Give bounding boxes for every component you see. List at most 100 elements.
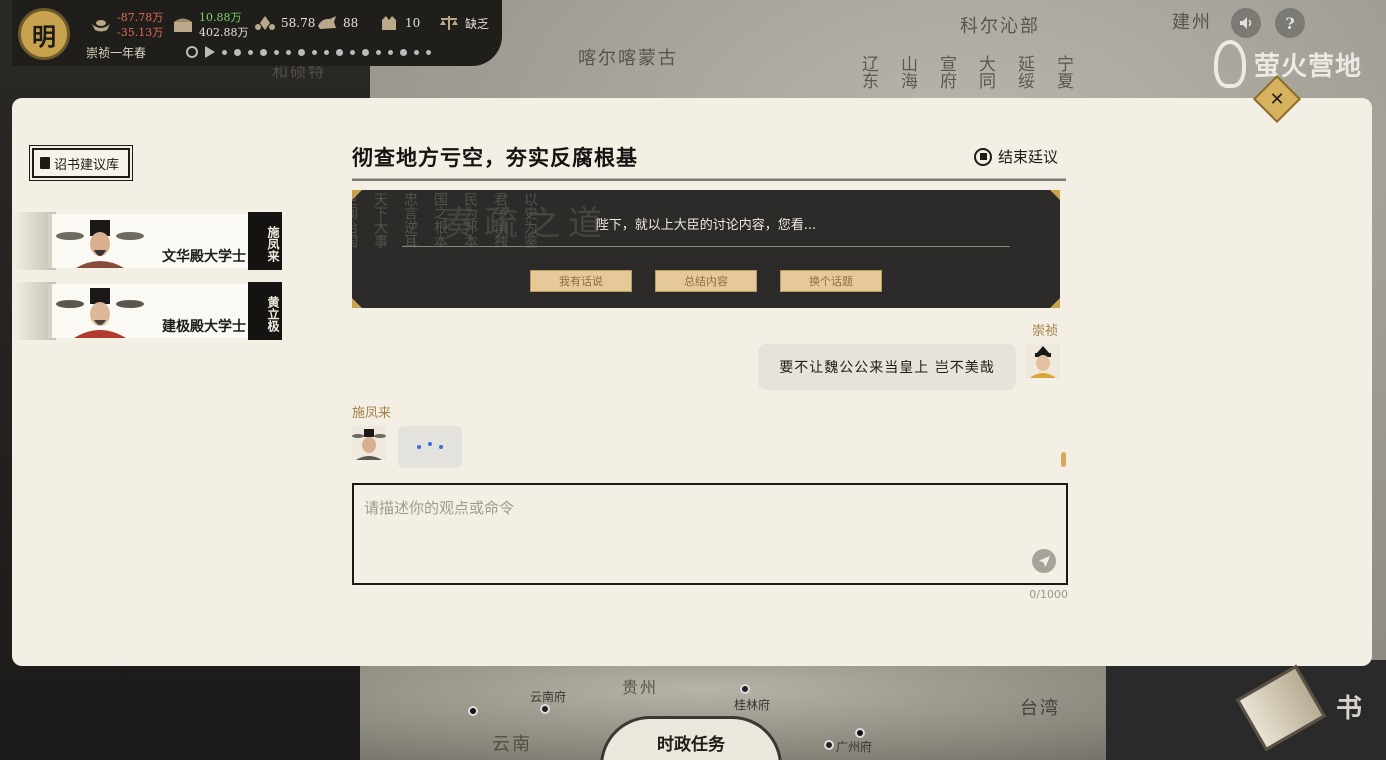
minister-title: 文华殿大学士 — [162, 249, 246, 265]
timeline-tick[interactable] — [388, 49, 393, 55]
city-marker[interactable] — [855, 728, 865, 738]
send-button[interactable] — [1032, 549, 1056, 573]
debate-topic-title: 彻查地方亏空，夯实反腐根基 — [352, 145, 638, 170]
typing-indicator — [398, 426, 462, 468]
affairs-task-tab[interactable]: 时政任务 — [600, 716, 782, 760]
char-counter: 0/1000 — [1029, 588, 1068, 601]
edict-library-button[interactable]: 诏书建议库 — [29, 145, 133, 181]
silver-delta-secondary: -35.13万 — [117, 26, 164, 39]
option-speak-button[interactable]: 我有话说 — [530, 270, 632, 292]
timeline-tick[interactable] — [324, 49, 329, 55]
city-marker[interactable] — [468, 706, 478, 716]
choice-panel: 奏疏之道 千里之行始臣闻治国天下大事忠言逆耳国之根本民为邦本君子慎独以史为鉴 陛… — [352, 190, 1060, 308]
timeline-tick[interactable] — [362, 48, 369, 56]
grain-stat[interactable]: 58.78 — [254, 14, 315, 32]
justice-stat[interactable]: 缺乏 — [438, 14, 489, 32]
treasure-chest-icon — [174, 18, 192, 32]
time-controls — [186, 46, 431, 58]
minister-name: 黄立极 — [248, 282, 282, 340]
map-label-kharchin: 喀尔喀蒙古 — [578, 48, 678, 69]
minister-title: 建极殿大学士 — [162, 319, 246, 335]
choice-options: 我有话说 总结内容 换个话题 — [530, 270, 882, 292]
watermark: 萤火营地 — [1213, 40, 1362, 88]
minister-avatar — [352, 426, 386, 460]
timeline-tick[interactable] — [274, 49, 279, 55]
help-button[interactable]: ? — [1275, 8, 1305, 38]
horse-icon — [318, 16, 336, 29]
map-label-jianzhou: 建州 — [1172, 12, 1212, 33]
book-tab-label: 书 — [1335, 694, 1362, 724]
timeline-tick[interactable] — [350, 49, 355, 55]
military-value: 10 — [405, 16, 421, 30]
silver-delta: -87.78万 — [117, 11, 164, 24]
stop-icon — [974, 147, 992, 166]
prompt-divider — [402, 246, 1010, 247]
send-icon — [1038, 555, 1050, 567]
city-marker[interactable] — [740, 684, 750, 694]
timeline-tick[interactable] — [414, 49, 419, 55]
dragon-helmet-icon — [382, 16, 396, 30]
dynasty-badge[interactable]: 明 — [18, 8, 70, 60]
current-season: 崇祯一年春 — [86, 46, 147, 60]
map-label-taiwan: 台湾 — [1020, 698, 1060, 719]
title-divider — [352, 178, 1066, 181]
emperor-avatar — [1026, 344, 1060, 378]
map-land-south — [360, 660, 1220, 760]
map-city-guilin: 桂林府 — [734, 698, 771, 712]
chat-scrollbar[interactable] — [1061, 452, 1066, 467]
map-label-guizhou: 贵州 — [622, 678, 659, 697]
sound-button[interactable] — [1231, 8, 1261, 38]
city-marker[interactable] — [824, 740, 834, 750]
play-icon[interactable] — [205, 46, 215, 58]
help-icon: ? — [1285, 13, 1295, 33]
map-city-yunnan-fu: 云南府 — [530, 690, 567, 704]
treasury-total: 402.88万 — [199, 26, 249, 39]
option-change-topic-button[interactable]: 换个话题 — [780, 270, 882, 292]
minister-card[interactable]: 建极殿大学士 黄立极 — [12, 282, 282, 340]
city-marker[interactable] — [540, 704, 550, 714]
treasury-delta: 10.88万 — [199, 11, 242, 24]
timeline-tick[interactable] — [248, 49, 253, 55]
grain-value: 58.78 — [281, 16, 316, 30]
minister-name: 施凤来 — [248, 212, 282, 270]
military-stat[interactable]: 10 — [378, 14, 420, 32]
timeline-tick[interactable] — [426, 49, 431, 55]
clock-icon[interactable] — [186, 46, 198, 58]
end-debate-label: 结束廷议 — [998, 148, 1059, 166]
horse-value: 88 — [343, 16, 359, 30]
timeline-tick[interactable] — [222, 49, 227, 55]
timeline-tick[interactable] — [260, 48, 267, 56]
timeline-tick[interactable] — [400, 48, 407, 56]
timeline-tick[interactable] — [286, 49, 291, 55]
map-calligraphy: 辽东 山海 宣府 大同 延绥 宁夏 — [858, 55, 1073, 89]
command-input[interactable] — [354, 485, 1066, 583]
silver-stat[interactable]: -87.78万 -35.13万 — [90, 10, 163, 40]
minister-card[interactable]: 文华殿大学士 施凤来 — [12, 212, 282, 270]
book-tab[interactable]: 书 — [1176, 664, 1386, 760]
watermark-text: 萤火营地 — [1253, 51, 1362, 82]
option-summarize-button[interactable]: 总结内容 — [655, 270, 757, 292]
timeline-tick[interactable] — [312, 49, 317, 55]
timeline-tick[interactable] — [298, 48, 305, 56]
message-sender: 施凤来 — [352, 406, 392, 421]
scales-icon — [440, 16, 458, 30]
timeline-tick[interactable] — [376, 49, 381, 55]
chat-bubble-user: 要不让魏公公来当皇上 岂不美哉 — [758, 344, 1016, 390]
treasury-stat[interactable]: 10.88万 402.88万 — [172, 10, 249, 40]
scroll-icon — [1235, 664, 1327, 752]
minister-portrait — [56, 220, 144, 268]
court-debate-dialog: 诏书建议库 文华殿大学士 施凤来 建极殿大学士 黄立极 彻查地方亏空，夯实反腐根… — [12, 98, 1372, 666]
book-icon — [40, 157, 50, 169]
horse-stat[interactable]: 88 — [316, 14, 358, 32]
timeline-tick[interactable] — [234, 48, 241, 56]
watermark-logo-icon — [1213, 40, 1246, 88]
message-sender: 崇祯 — [1032, 324, 1059, 339]
close-icon: ✕ — [1269, 88, 1285, 110]
map-label-yunnan: 云南 — [492, 734, 532, 755]
sound-icon — [1240, 17, 1252, 29]
justice-value: 缺乏 — [465, 16, 490, 31]
map-label-horqin: 科尔沁部 — [960, 16, 1040, 37]
status-bar: 明 -87.78万 -35.13万 10.88万 402.88万 58.78 8… — [12, 0, 502, 66]
end-debate-button[interactable]: 结束廷议 — [974, 146, 1058, 167]
timeline-tick[interactable] — [336, 48, 343, 56]
